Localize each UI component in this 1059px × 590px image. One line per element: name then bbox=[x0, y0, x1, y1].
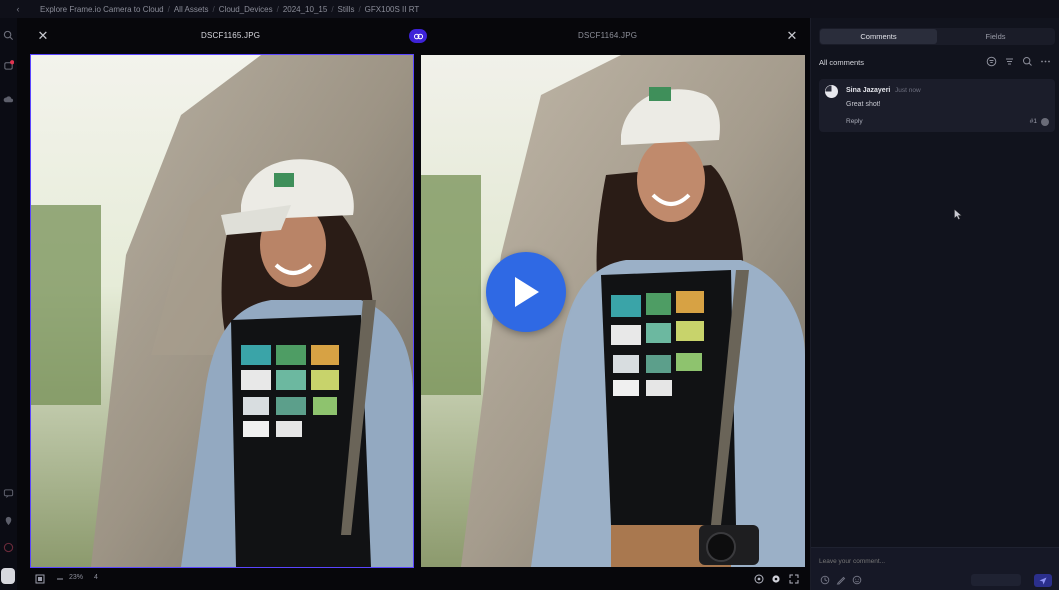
frame-count: 4 bbox=[94, 574, 98, 581]
sort-icon[interactable] bbox=[1004, 56, 1015, 67]
help-icon[interactable] bbox=[3, 542, 14, 553]
comment-status-icon[interactable] bbox=[1041, 118, 1049, 126]
breadcrumb-item[interactable]: Explore Frame.io Camera to Cloud bbox=[36, 5, 168, 14]
image-viewer: ✕ DSCF1165.JPG DSCF1164.JPG ✕ 23% 4 bbox=[17, 18, 810, 590]
panel-tabs: Comments Fields bbox=[819, 28, 1055, 45]
filter-circle-icon[interactable] bbox=[986, 56, 997, 67]
attach-icon[interactable] bbox=[820, 575, 830, 585]
location-icon[interactable] bbox=[3, 515, 14, 526]
cursor-icon bbox=[954, 207, 962, 220]
fit-icon[interactable] bbox=[35, 574, 45, 584]
info-icon[interactable] bbox=[754, 574, 764, 584]
account-icon[interactable] bbox=[1, 568, 15, 584]
draw-icon[interactable] bbox=[836, 575, 846, 585]
tab-comments[interactable]: Comments bbox=[820, 29, 937, 44]
breadcrumb-item[interactable]: GFX100S II RT bbox=[361, 5, 424, 14]
notification-icon[interactable] bbox=[3, 60, 14, 71]
breadcrumb-item[interactable]: Stills bbox=[334, 5, 359, 14]
breadcrumb-item[interactable]: 2024_10_15 bbox=[279, 5, 332, 14]
visibility-select[interactable] bbox=[971, 574, 1021, 586]
comment-card[interactable]: Sina Jazayeri Just now Great shot! Reply… bbox=[819, 79, 1055, 132]
cloud-icon[interactable] bbox=[3, 94, 14, 105]
viewer-header: ✕ DSCF1165.JPG DSCF1164.JPG ✕ bbox=[17, 18, 810, 54]
zoom-out-icon[interactable] bbox=[55, 574, 65, 584]
comment-index: #1 bbox=[1029, 118, 1037, 125]
chat-icon[interactable] bbox=[3, 488, 14, 499]
right-photo[interactable] bbox=[421, 55, 805, 567]
left-file-name: DSCF1165.JPG bbox=[201, 31, 261, 40]
avatar bbox=[825, 85, 838, 98]
breadcrumb-bar: ‹ Explore Frame.io Camera to Cloud / All… bbox=[0, 0, 1059, 18]
breadcrumb-item[interactable]: All Assets bbox=[170, 5, 213, 14]
viewer-footer: 23% 4 bbox=[17, 568, 810, 590]
breadcrumb-item[interactable]: Cloud_Devices bbox=[215, 5, 277, 14]
right-file-name: DSCF1164.JPG bbox=[578, 31, 638, 40]
send-icon[interactable] bbox=[1034, 574, 1052, 587]
panel-toolbar bbox=[986, 56, 1051, 67]
tab-fields[interactable]: Fields bbox=[937, 29, 1054, 44]
close-icon[interactable]: ✕ bbox=[36, 29, 50, 43]
more-icon[interactable] bbox=[1040, 56, 1051, 67]
chevron-left-icon[interactable]: ‹ bbox=[0, 0, 36, 18]
comment-author: Sina Jazayeri bbox=[846, 87, 891, 94]
panel-title: All comments bbox=[819, 58, 865, 67]
app-rail bbox=[0, 18, 17, 590]
zoom-level[interactable]: 23% bbox=[69, 574, 83, 581]
play-icon[interactable] bbox=[486, 252, 566, 332]
comment-input[interactable] bbox=[819, 555, 1019, 567]
settings-icon[interactable] bbox=[771, 574, 781, 584]
comments-panel: Comments Fields All comments Sina Jazaye… bbox=[810, 18, 1059, 590]
emoji-icon[interactable] bbox=[852, 575, 862, 585]
compare-icon[interactable] bbox=[409, 29, 427, 43]
fullscreen-icon[interactable] bbox=[789, 574, 799, 584]
comment-text: Great shot! bbox=[846, 101, 881, 108]
comment-timestamp: Just now bbox=[895, 87, 921, 94]
search-icon[interactable] bbox=[3, 30, 14, 41]
comment-composer bbox=[811, 547, 1059, 590]
left-photo[interactable] bbox=[30, 54, 414, 568]
reply-button[interactable]: Reply bbox=[846, 118, 863, 125]
close-compare-icon[interactable]: ✕ bbox=[785, 29, 799, 43]
search-icon[interactable] bbox=[1022, 56, 1033, 67]
